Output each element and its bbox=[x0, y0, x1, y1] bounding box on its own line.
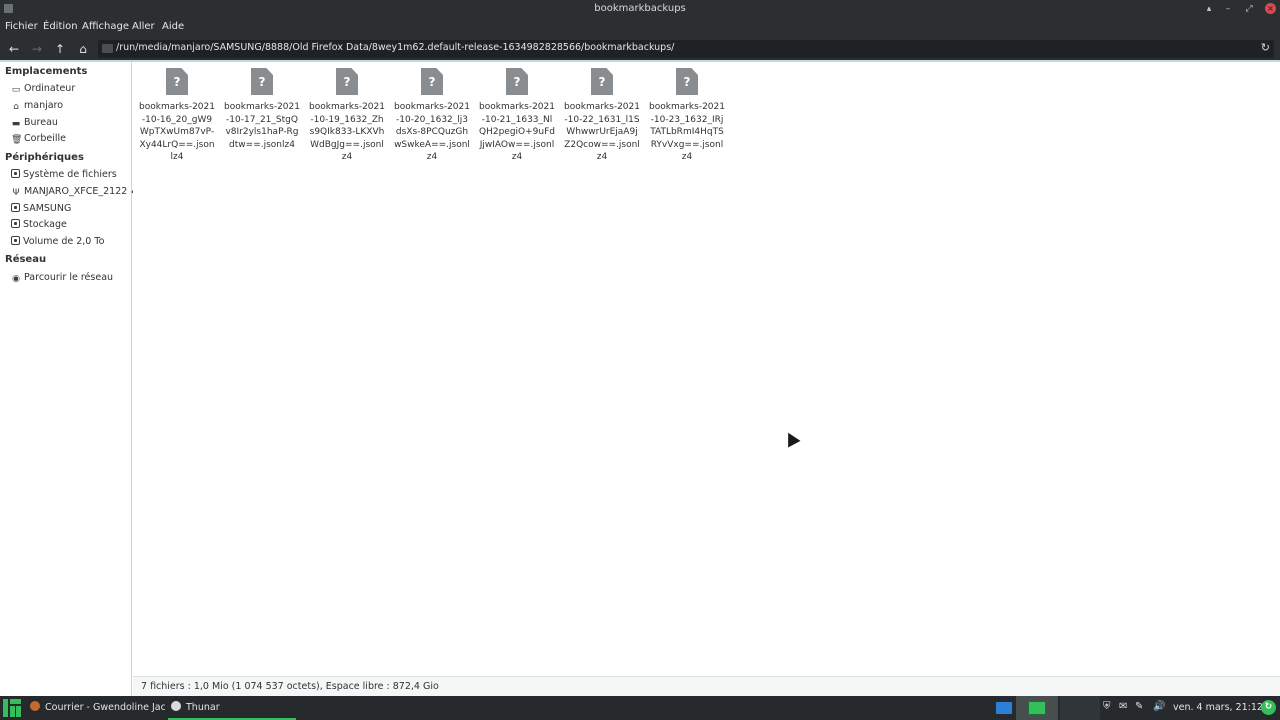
close-button[interactable]: × bbox=[1265, 3, 1276, 14]
task-thunar[interactable]: Thunar bbox=[168, 696, 296, 720]
forward-button[interactable]: → bbox=[29, 41, 45, 57]
clipboard-icon[interactable]: ✎ bbox=[1135, 701, 1143, 712]
menu-bar: Fichier Édition Affichage Aller Aide bbox=[0, 18, 1280, 38]
location-bar[interactable]: /run/media/manjaro/SAMSUNG/8888/Old Fire… bbox=[98, 40, 1274, 58]
file-name: bookmarks-2021-10-22_1631_l1SWhwwrUrEjaA… bbox=[564, 102, 640, 163]
file-item[interactable]: ? bookmarks-2021-10-17_21_StgQv8Ir2yls1h… bbox=[222, 68, 302, 151]
desktop-icon: ▬ bbox=[11, 119, 21, 129]
sidebar-item-label: Système de fichiers bbox=[23, 169, 117, 180]
unknown-file-icon: ? bbox=[506, 68, 528, 95]
sidebar-item-samsung[interactable]: SAMSUNG bbox=[11, 203, 131, 217]
file-view[interactable]: ? bookmarks-2021-10-16_20_gW9WpTXwUm87vP… bbox=[133, 62, 1280, 676]
unknown-file-icon: ? bbox=[166, 68, 188, 95]
sidebar-item-label: Ordinateur bbox=[24, 83, 76, 94]
update-icon[interactable]: ↻ bbox=[1261, 700, 1276, 715]
sidebar: Emplacements ▭ Ordinateur ⌂ manjaro ▬ Burea… bbox=[0, 62, 139, 696]
file-item[interactable]: ? bookmarks-2021-10-16_20_gW9WpTXwUm87vP… bbox=[137, 68, 217, 164]
task-label: Courrier - Gwendoline Jaci... bbox=[45, 702, 165, 713]
sidebar-item-label: manjaro bbox=[24, 100, 64, 111]
menu-affichage[interactable]: Affichage bbox=[82, 21, 129, 32]
sidebar-header-places: Emplacements bbox=[5, 66, 88, 77]
usb-icon: Ψ bbox=[12, 188, 20, 198]
maximize-button[interactable]: ⤢ bbox=[1242, 2, 1256, 16]
file-item[interactable]: ? bookmarks-2021-10-22_1631_l1SWhwwrUrEj… bbox=[562, 68, 642, 164]
workspace-1[interactable] bbox=[996, 702, 1012, 714]
home-button[interactable]: ⌂ bbox=[75, 41, 91, 57]
file-name: bookmarks-2021-10-17_21_StgQv8Ir2yls1haP… bbox=[224, 102, 300, 150]
sidebar-item-label: Corbeille bbox=[24, 133, 66, 144]
sidebar-item-label: MANJARO_XFCE_2122 bbox=[24, 186, 128, 197]
drive-icon bbox=[11, 219, 20, 228]
volume-icon[interactable]: 🔊 bbox=[1153, 701, 1165, 712]
shade-button[interactable]: ▴ bbox=[1202, 2, 1216, 16]
notification-icon[interactable]: ✉ bbox=[1119, 701, 1127, 712]
sidebar-item-label: SAMSUNG bbox=[23, 203, 72, 214]
thunderbird-icon bbox=[30, 701, 40, 711]
file-item[interactable]: ? bookmarks-2021-10-19_1632_Zhs9QIk833-L… bbox=[307, 68, 387, 164]
status-bar: 7 fichiers : 1,0 Mio (1 074 537 octets),… bbox=[133, 676, 1280, 696]
drive-icon bbox=[11, 203, 20, 212]
menu-aide[interactable]: Aide bbox=[162, 21, 184, 32]
sidebar-item-manjaro[interactable]: ⌂ manjaro bbox=[11, 100, 131, 114]
computer-icon: ▭ bbox=[11, 85, 21, 95]
trash-icon: 🗑 bbox=[11, 135, 23, 145]
window-titlebar[interactable]: bookmarkbackups ▴ – ⤢ × bbox=[0, 0, 1280, 18]
location-path[interactable]: /run/media/manjaro/SAMSUNG/8888/Old Fire… bbox=[116, 42, 674, 53]
unknown-file-icon: ? bbox=[336, 68, 358, 95]
reload-icon[interactable]: ↻ bbox=[1261, 41, 1270, 54]
desktop: bookmarkbackups ▴ – ⤢ × Fichier Édition … bbox=[0, 0, 1280, 720]
sidebar-header-network: Réseau bbox=[5, 254, 47, 265]
status-text: 7 fichiers : 1,0 Mio (1 074 537 octets),… bbox=[141, 681, 439, 692]
network-icon: ◉ bbox=[12, 274, 20, 284]
menu-edition[interactable]: Édition bbox=[43, 21, 78, 32]
sidebar-item-filesystem[interactable]: Système de fichiers bbox=[11, 169, 131, 183]
file-name: bookmarks-2021-10-16_20_gW9WpTXwUm87vP-X… bbox=[139, 102, 215, 163]
sidebar-item-bureau[interactable]: ▬ Bureau bbox=[11, 117, 131, 131]
sidebar-item-manjaro-usb[interactable]: ΨMANJARO_XFCE_2122 ⏏ bbox=[11, 186, 138, 200]
sidebar-item-network[interactable]: ◉ Parcourir le réseau bbox=[11, 272, 131, 286]
home-icon: ⌂ bbox=[13, 102, 19, 112]
file-name: bookmarks-2021-10-23_1632_IRjTATLbRmI4Hq… bbox=[649, 102, 725, 163]
sidebar-item-label: Bureau bbox=[24, 117, 58, 128]
unknown-file-icon: ? bbox=[676, 68, 698, 95]
back-button[interactable]: ← bbox=[6, 41, 22, 57]
minimize-button[interactable]: – bbox=[1221, 2, 1235, 16]
sidebar-item-label: Volume de 2,0 To bbox=[23, 236, 105, 247]
file-name: bookmarks-2021-10-20_1632_lj3dsXs-8PCQuz… bbox=[394, 102, 470, 163]
manjaro-menu-icon[interactable] bbox=[3, 699, 21, 717]
sidebar-item-stockage[interactable]: Stockage bbox=[11, 219, 131, 233]
task-label: Thunar bbox=[186, 702, 220, 713]
folder-icon bbox=[102, 44, 113, 53]
thunar-icon bbox=[171, 701, 181, 711]
file-name: bookmarks-2021-10-19_1632_Zhs9QIk833-LKX… bbox=[309, 102, 385, 163]
sidebar-item-label: Stockage bbox=[23, 219, 67, 230]
file-name: bookmarks-2021-10-21_1633_NlQH2pegiO+9uF… bbox=[479, 102, 555, 163]
unknown-file-icon: ? bbox=[421, 68, 443, 95]
unknown-file-icon: ? bbox=[591, 68, 613, 95]
file-item[interactable]: ? bookmarks-2021-10-23_1632_IRjTATLbRmI4… bbox=[647, 68, 727, 164]
workspace-2-window-icon bbox=[1028, 701, 1046, 715]
window-title: bookmarkbackups bbox=[594, 3, 686, 14]
sidebar-item-volume[interactable]: Volume de 2,0 To bbox=[11, 236, 131, 250]
security-icon[interactable]: ⛨ bbox=[1103, 701, 1111, 712]
task-thunderbird[interactable]: Courrier - Gwendoline Jaci... bbox=[30, 696, 165, 720]
file-item[interactable]: ? bookmarks-2021-10-20_1632_lj3dsXs-8PCQ… bbox=[392, 68, 472, 164]
clock[interactable]: ven. 4 mars, 21:12 bbox=[1173, 702, 1263, 713]
menu-fichier[interactable]: Fichier bbox=[5, 21, 38, 32]
up-button[interactable]: ↑ bbox=[52, 41, 68, 57]
menu-aller[interactable]: Aller bbox=[132, 21, 155, 32]
toolbar: ← → ↑ ⌂ /run/media/manjaro/SAMSUNG/8888/… bbox=[0, 38, 1280, 60]
drive-icon bbox=[11, 236, 20, 245]
workspace-3[interactable] bbox=[1060, 696, 1100, 720]
sidebar-item-corbeille[interactable]: 🗑 Corbeille bbox=[11, 133, 131, 147]
sidebar-item-label: Parcourir le réseau bbox=[24, 272, 114, 283]
unknown-file-icon: ? bbox=[251, 68, 273, 95]
sidebar-header-devices: Périphériques bbox=[5, 152, 84, 163]
file-item[interactable]: ? bookmarks-2021-10-21_1633_NlQH2pegiO+9… bbox=[477, 68, 557, 164]
sidebar-item-ordinateur[interactable]: ▭ Ordinateur bbox=[11, 83, 131, 97]
drive-icon bbox=[11, 169, 20, 178]
taskbar: Courrier - Gwendoline Jaci... Thunar ⛨ ✉… bbox=[0, 696, 1280, 720]
